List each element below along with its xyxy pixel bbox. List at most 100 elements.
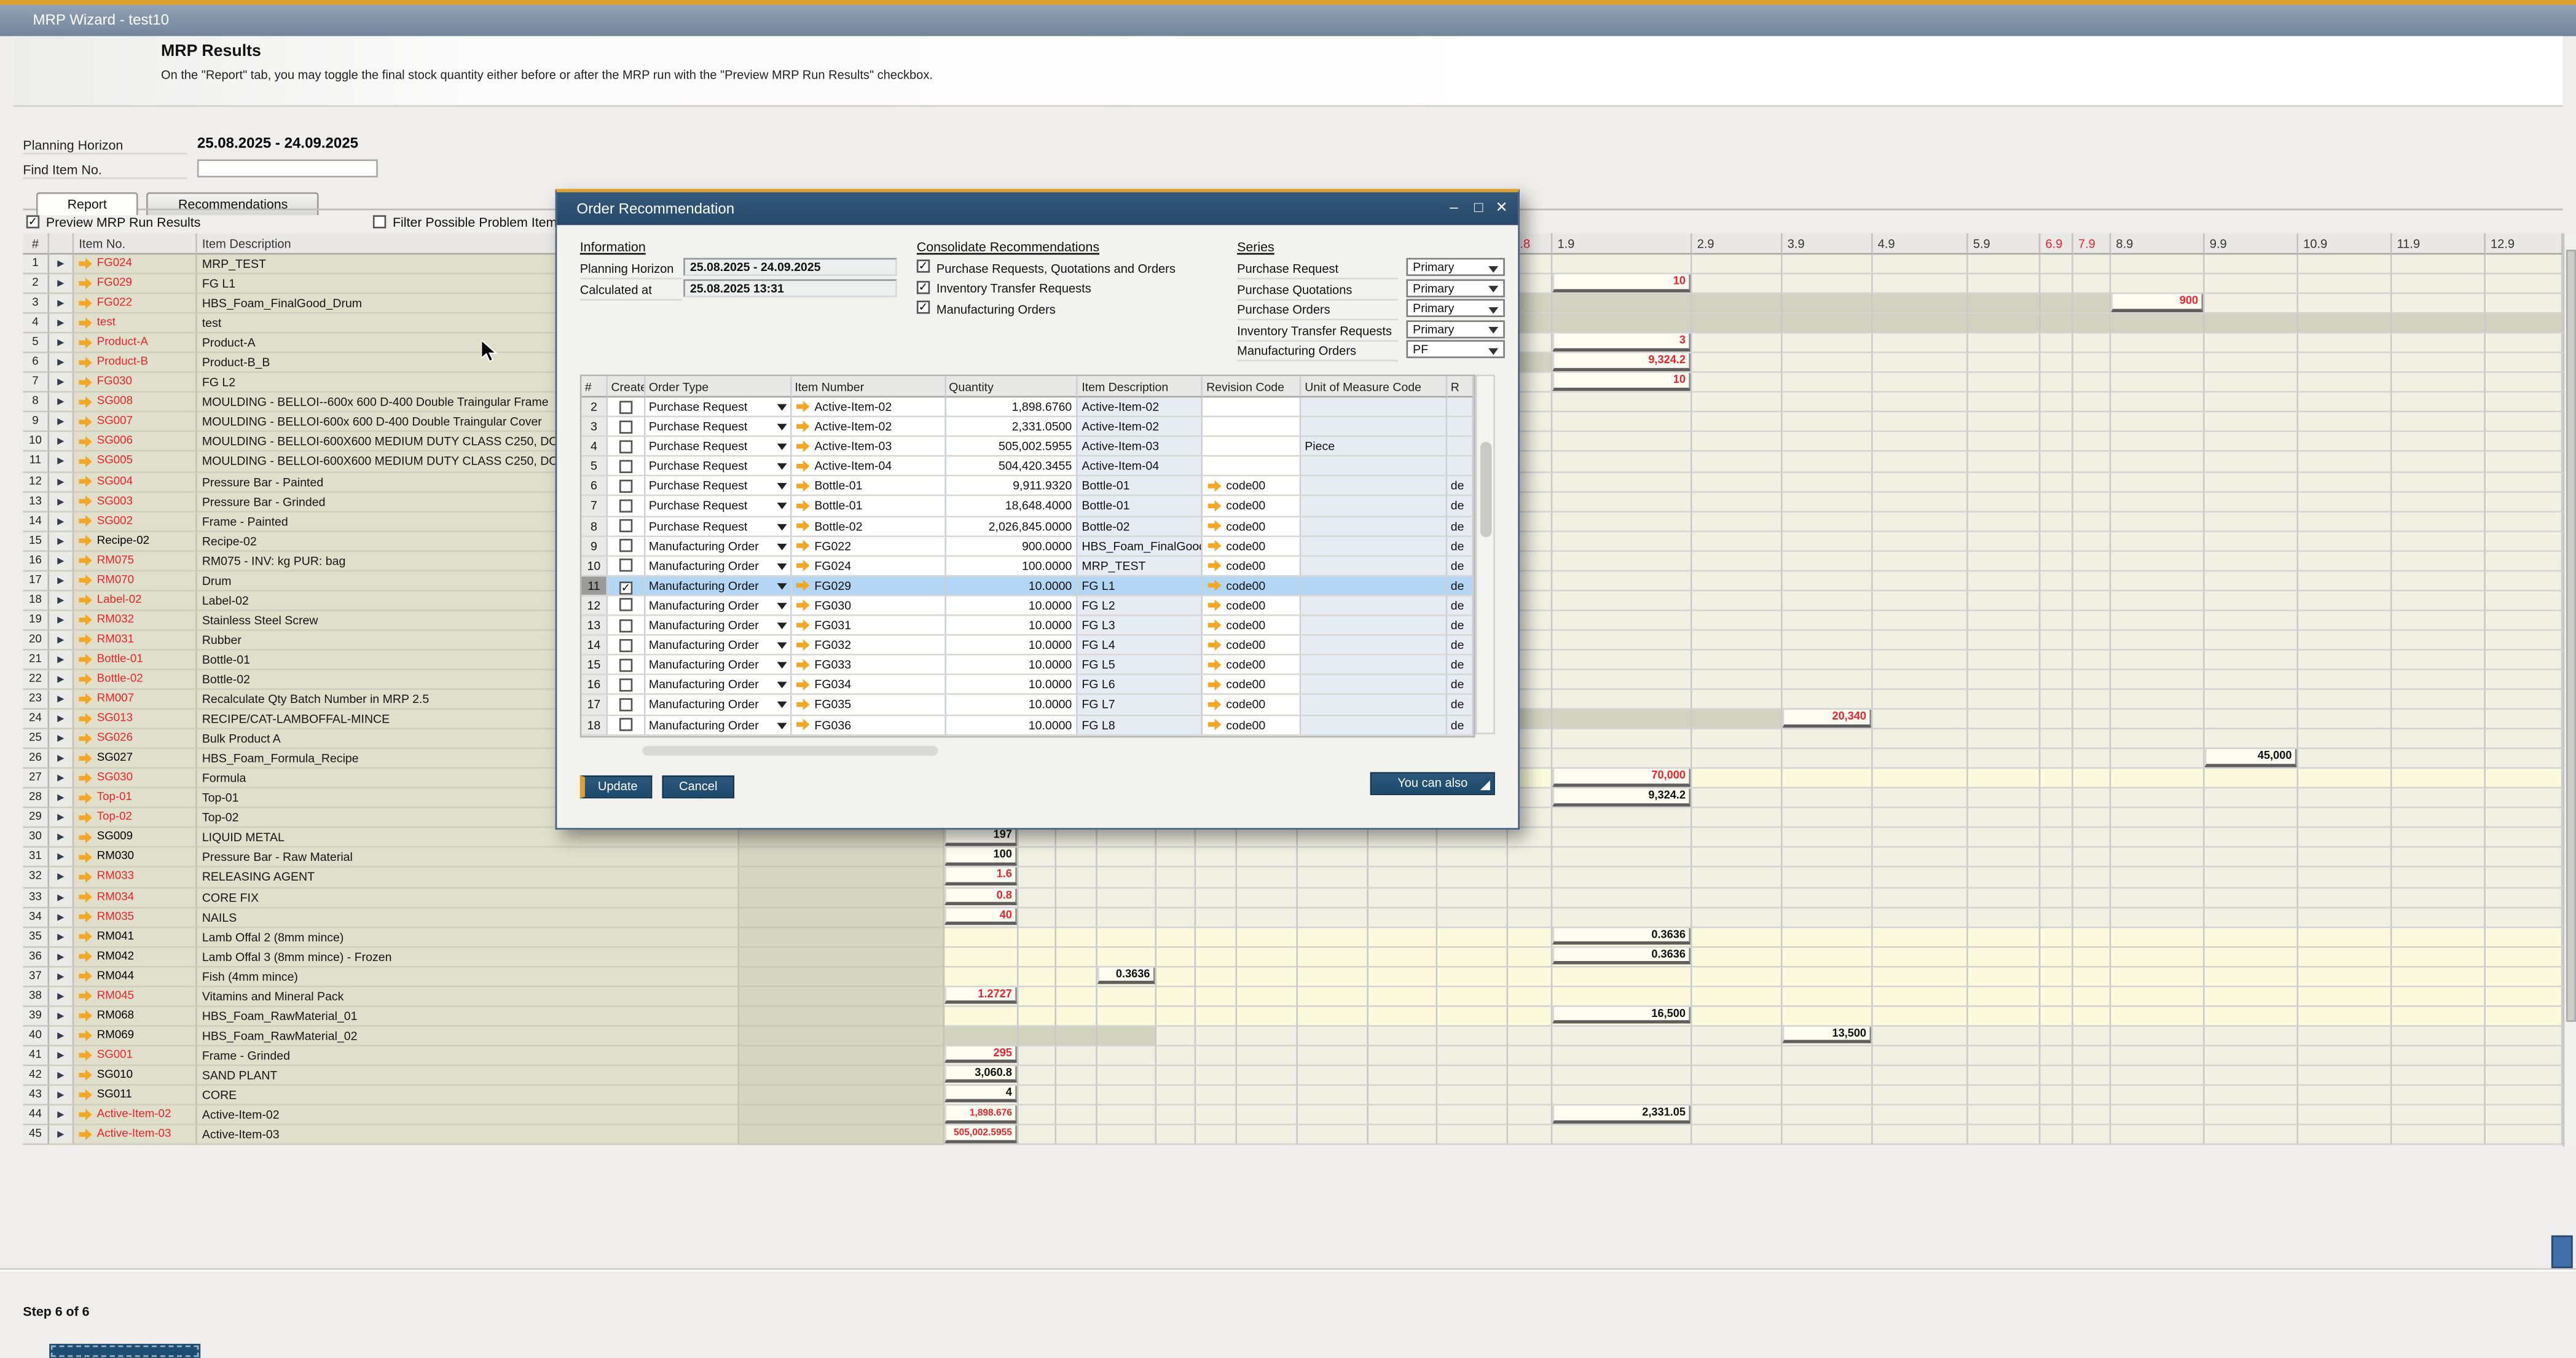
link-arrow-icon[interactable] xyxy=(79,852,92,863)
create-checkbox[interactable] xyxy=(619,718,632,731)
create-cell[interactable] xyxy=(608,477,645,496)
link-arrow-icon[interactable] xyxy=(796,679,809,691)
recommendation-row[interactable]: 10Manufacturing OrderFG024100.0000MRP_TE… xyxy=(581,557,1474,576)
expand-icon[interactable]: ▶ xyxy=(49,1086,74,1105)
item-no-cell[interactable]: RM035 xyxy=(74,908,197,927)
link-arrow-icon[interactable] xyxy=(79,357,92,369)
expand-icon[interactable]: ▶ xyxy=(49,591,74,611)
item-no-cell[interactable]: FG022 xyxy=(74,294,197,314)
link-arrow-icon[interactable] xyxy=(796,659,809,671)
order-type-dropdown[interactable]: Manufacturing Order xyxy=(646,536,791,556)
expand-icon[interactable]: ▶ xyxy=(49,750,74,769)
item-row[interactable]: 45▶Active-Item-03Active-Item-03505,002.5… xyxy=(23,1125,2562,1145)
link-arrow-icon[interactable] xyxy=(79,951,92,962)
order-type-dropdown[interactable]: Manufacturing Order xyxy=(646,616,791,636)
item-row[interactable]: 39▶RM068HBS_Foam_RawMaterial_0116,500 xyxy=(23,1007,2562,1026)
create-checkbox[interactable] xyxy=(619,500,632,512)
item-row[interactable]: 38▶RM045Vitamins and Mineral Pack1.2727 xyxy=(23,987,2562,1007)
you-can-also-button[interactable]: You can also xyxy=(1370,772,1495,795)
find-item-input[interactable] xyxy=(197,159,378,177)
create-cell[interactable]: ✓ xyxy=(608,576,645,596)
create-cell[interactable] xyxy=(608,536,645,556)
quantity-cell[interactable]: 10.0000 xyxy=(946,636,1078,656)
link-arrow-icon[interactable] xyxy=(1208,600,1221,611)
pegging-value[interactable]: 505,002.5955 xyxy=(944,1125,1017,1142)
link-arrow-icon[interactable] xyxy=(79,436,92,448)
expand-icon[interactable]: ▶ xyxy=(49,967,74,987)
link-arrow-icon[interactable] xyxy=(79,673,92,685)
pegging-value[interactable]: 10 xyxy=(1552,275,1690,292)
order-type-dropdown[interactable]: Manufacturing Order xyxy=(646,576,791,596)
link-arrow-icon[interactable] xyxy=(1208,560,1221,571)
recommendation-row[interactable]: 6Purchase RequestBottle-019,911.9320Bott… xyxy=(581,477,1474,496)
link-arrow-icon[interactable] xyxy=(79,1050,92,1061)
item-number-cell[interactable]: Bottle-02 xyxy=(791,517,946,536)
preview-mrp-checkbox[interactable]: ✓ xyxy=(26,215,39,228)
order-type-dropdown[interactable]: Purchase Request xyxy=(646,417,791,437)
quantity-cell[interactable]: 504,420.3455 xyxy=(946,457,1078,477)
expand-icon[interactable]: ▶ xyxy=(49,374,74,393)
item-number-cell[interactable]: Active-Item-02 xyxy=(791,417,946,437)
pegging-value[interactable]: 40 xyxy=(944,908,1017,925)
revision-code-cell[interactable] xyxy=(1203,438,1302,457)
expand-icon[interactable]: ▶ xyxy=(49,452,74,472)
link-arrow-icon[interactable] xyxy=(1208,699,1221,710)
link-arrow-icon[interactable] xyxy=(79,337,92,349)
consolidate-checkbox[interactable]: ✓ xyxy=(917,259,930,272)
recommendation-row[interactable]: 7Purchase RequestBottle-0118,648.4000Bot… xyxy=(581,497,1474,517)
item-number-cell[interactable]: Active-Item-02 xyxy=(791,398,946,417)
quantity-cell[interactable]: 10.0000 xyxy=(946,676,1078,696)
expand-icon[interactable]: ▶ xyxy=(49,1105,74,1125)
expand-icon[interactable]: ▶ xyxy=(49,729,74,749)
quantity-cell[interactable]: 10.0000 xyxy=(946,596,1078,616)
link-arrow-icon[interactable] xyxy=(796,600,809,611)
link-arrow-icon[interactable] xyxy=(796,441,809,452)
create-cell[interactable] xyxy=(608,696,645,715)
item-number-cell[interactable]: Bottle-01 xyxy=(791,477,946,496)
item-no-cell[interactable]: Product-A xyxy=(74,334,197,353)
item-no-cell[interactable]: Recipe-02 xyxy=(74,532,197,551)
pegging-value[interactable]: 1.6 xyxy=(944,868,1017,885)
expand-icon[interactable]: ▶ xyxy=(49,551,74,571)
tab-recommendations[interactable]: Recommendations xyxy=(147,192,319,215)
expand-icon[interactable]: ▶ xyxy=(49,275,74,294)
link-arrow-icon[interactable] xyxy=(1208,520,1221,532)
link-arrow-icon[interactable] xyxy=(79,911,92,923)
create-checkbox[interactable] xyxy=(619,539,632,552)
create-cell[interactable] xyxy=(608,596,645,616)
link-arrow-icon[interactable] xyxy=(796,421,809,433)
expand-icon[interactable]: ▶ xyxy=(49,630,74,650)
link-arrow-icon[interactable] xyxy=(796,719,809,731)
expand-icon[interactable]: ▶ xyxy=(49,927,74,947)
link-arrow-icon[interactable] xyxy=(79,495,92,507)
link-arrow-icon[interactable] xyxy=(79,317,92,329)
revision-code-cell[interactable]: code00 xyxy=(1203,517,1302,536)
link-arrow-icon[interactable] xyxy=(79,654,92,665)
pegging-value[interactable]: 100 xyxy=(944,849,1017,866)
link-arrow-icon[interactable] xyxy=(79,594,92,606)
item-no-cell[interactable]: RM075 xyxy=(74,551,197,571)
item-row[interactable]: 32▶RM033RELEASING AGENT1.6 xyxy=(23,868,2562,888)
recommendation-row[interactable]: 4Purchase RequestActive-Item-03505,002.5… xyxy=(581,438,1474,457)
item-no-cell[interactable]: SG026 xyxy=(74,729,197,749)
revision-code-cell[interactable]: code00 xyxy=(1203,557,1302,576)
recommendation-row[interactable]: 18Manufacturing OrderFG03610.0000FG L8co… xyxy=(581,715,1474,735)
expand-icon[interactable]: ▶ xyxy=(49,908,74,927)
link-arrow-icon[interactable] xyxy=(79,555,92,567)
create-checkbox[interactable] xyxy=(619,400,632,413)
item-row[interactable]: 36▶RM042Lamb Offal 3 (8mm mince) - Froze… xyxy=(23,948,2562,967)
order-type-dropdown[interactable]: Manufacturing Order xyxy=(646,636,791,656)
link-arrow-icon[interactable] xyxy=(79,396,92,408)
item-no-cell[interactable]: RM030 xyxy=(74,849,197,868)
revision-code-cell[interactable]: code00 xyxy=(1203,656,1302,675)
item-no-cell[interactable]: SG013 xyxy=(74,710,197,729)
link-arrow-icon[interactable] xyxy=(1208,500,1221,512)
item-no-cell[interactable]: SG006 xyxy=(74,433,197,452)
series-dropdown[interactable]: Primary xyxy=(1406,320,1504,337)
pegging-value[interactable]: 0.3636 xyxy=(1098,967,1155,984)
recommendation-row[interactable]: 5Purchase RequestActive-Item-04504,420.3… xyxy=(581,457,1474,477)
create-checkbox[interactable] xyxy=(619,678,632,691)
item-no-cell[interactable]: FG024 xyxy=(74,254,197,274)
expand-icon[interactable]: ▶ xyxy=(49,710,74,729)
item-row[interactable]: 33▶RM034CORE FIX0.8 xyxy=(23,888,2562,908)
